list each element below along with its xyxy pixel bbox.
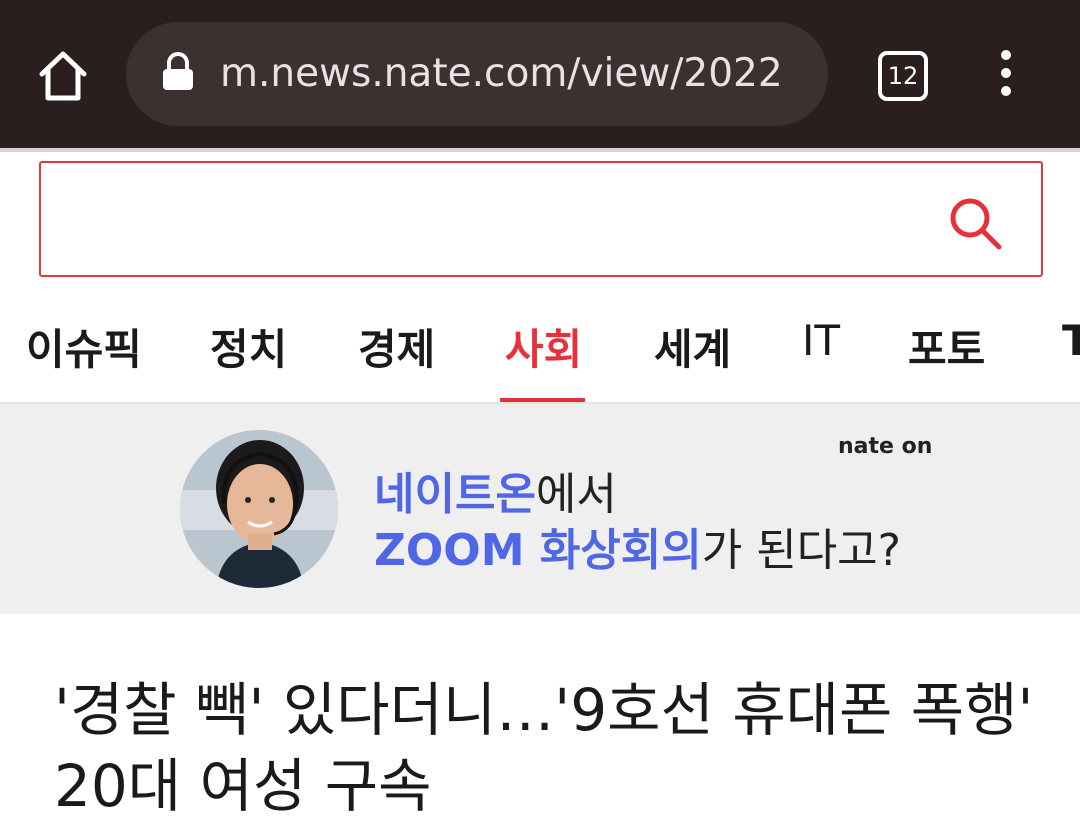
banner-headline-line1: 네이트온에서 — [374, 458, 617, 522]
nav-item-economy[interactable]: 경제 — [358, 316, 435, 377]
home-icon[interactable] — [34, 48, 92, 104]
overflow-menu-icon[interactable] — [990, 50, 1022, 100]
nav-item-more[interactable]: T — [1062, 316, 1080, 365]
nateon-logo: nate on — [838, 434, 933, 459]
banner-text-1: 에서 — [535, 469, 617, 520]
tab-switcher-button[interactable]: 12 — [878, 51, 928, 101]
banner-headline-line2: ZOOM 화상회의가 된다고? — [374, 514, 901, 578]
browser-toolbar: m.news.nate.com/view/2022 12 — [0, 0, 1080, 148]
nav-item-photo[interactable]: 포토 — [908, 316, 985, 377]
nav-item-world[interactable]: 세계 — [654, 316, 731, 377]
banner-highlight-1: 네이트온 — [374, 469, 536, 520]
nav-item-it[interactable]: IT — [802, 316, 840, 365]
nav-item-politics[interactable]: 정치 — [210, 316, 287, 377]
toolbar-divider — [0, 148, 1080, 152]
headset-woman-avatar — [180, 430, 338, 588]
lock-icon — [160, 52, 196, 92]
banner-highlight-2: ZOOM 화상회의 — [374, 525, 702, 576]
nav-item-society[interactable]: 사회 — [505, 316, 582, 377]
article-headline: '경찰 빽' 있다더니…'9호선 휴대폰 폭행' 20대 여성 구속 — [54, 676, 1034, 820]
nav-item-issue-pick[interactable]: 이슈픽 — [26, 316, 142, 377]
search-input[interactable] — [39, 161, 1043, 277]
banner-text-2: 가 된다고? — [701, 525, 902, 576]
address-bar[interactable]: m.news.nate.com/view/2022 — [126, 22, 828, 126]
search-icon[interactable] — [947, 195, 1003, 251]
category-nav: 이슈픽 정치 경제 사회 세계 IT 포토 T — [0, 290, 1080, 403]
promo-banner[interactable]: nate on 네이트온에서 ZOOM 화상회의가 된다고? — [0, 404, 1080, 614]
url-text[interactable]: m.news.nate.com/view/2022 — [220, 22, 804, 126]
